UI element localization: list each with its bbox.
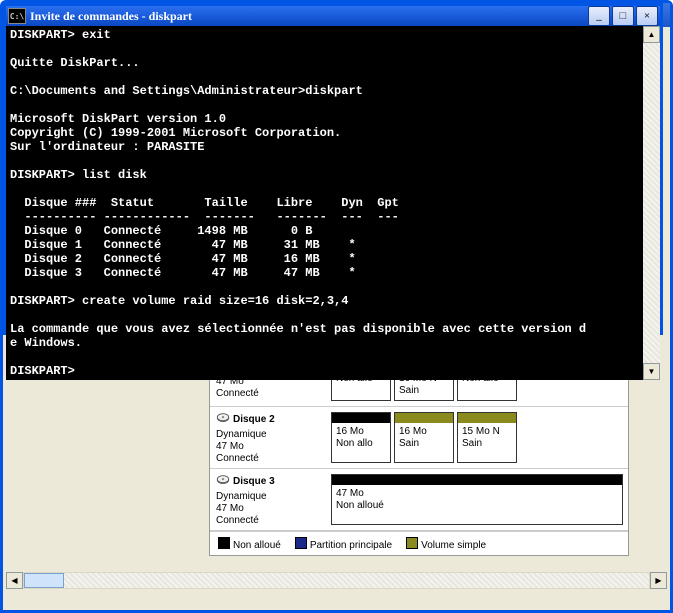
partition[interactable]: 47 MoNon alloué	[331, 474, 623, 525]
partition-size: 16 Mo	[336, 426, 386, 438]
scroll-track[interactable]	[23, 572, 650, 589]
disk-icon	[216, 411, 230, 428]
partition-status: Sain	[462, 438, 512, 450]
partition-color-bar	[458, 413, 516, 423]
scroll-track[interactable]	[643, 43, 660, 363]
disk-partitions: 47 MoNon alloué	[326, 469, 628, 530]
cmd-v-scrollbar[interactable]: ▲ ▼	[643, 26, 660, 380]
partition[interactable]: 16 MoNon allo	[331, 412, 391, 463]
disk-status: Connecté	[216, 515, 320, 526]
cmd-title-text: Invite de commandes - diskpart	[30, 9, 192, 24]
partition[interactable]: 16 MoSain	[394, 412, 454, 463]
legend-item: Volume simple	[406, 536, 486, 551]
disk-title: Disque 2	[233, 414, 275, 425]
disk-type: Dynamique	[216, 491, 320, 502]
cmd-icon: C:\	[8, 8, 26, 24]
partition-status: Non allo	[336, 438, 386, 450]
partition-size: 16 Mo	[399, 426, 449, 438]
cmd-titlebar[interactable]: C:\ Invite de commandes - diskpart _ □ ×	[6, 6, 660, 26]
partition-status: Sain	[399, 438, 449, 450]
disk-type: Dynamique	[216, 429, 320, 440]
cmd-output[interactable]: DISKPART> exit Quitte DiskPart... C:\Doc…	[6, 26, 643, 380]
legend: Non alloué Partition principale Volume sim…	[210, 531, 628, 555]
disk-size: 47 Mo	[216, 503, 320, 514]
partition-size: 47 Mo	[336, 488, 618, 500]
scroll-thumb[interactable]	[24, 573, 64, 588]
minimize-button[interactable]: _	[588, 6, 610, 26]
disk-title: Disque 3	[233, 476, 275, 487]
partition-status: Non alloué	[336, 500, 618, 512]
scroll-up-button[interactable]: ▲	[643, 26, 660, 43]
partition-status: Sain	[399, 385, 449, 397]
partition-size: 15 Mo N	[462, 426, 512, 438]
legend-swatch	[406, 537, 418, 549]
disk-partitions: 16 MoNon allo16 MoSain15 Mo NSain	[326, 407, 628, 468]
legend-swatch	[218, 537, 230, 549]
legend-item: Non alloué	[218, 536, 281, 551]
disk-status: Connecté	[216, 453, 320, 464]
maximize-button[interactable]: □	[612, 6, 634, 26]
disk-row[interactable]: Disque 3Dynamique47 MoConnecté47 MoNon a…	[210, 469, 628, 531]
disk-icon	[216, 473, 230, 490]
disk-info: Disque 2 Dynamique47 MoConnecté	[210, 407, 326, 468]
scroll-down-button[interactable]: ▼	[643, 363, 660, 380]
disk-size: 47 Mo	[216, 441, 320, 452]
partition-color-bar	[395, 413, 453, 423]
scroll-left-button[interactable]: ◀	[6, 572, 23, 589]
legend-swatch	[295, 537, 307, 549]
scroll-right-button[interactable]: ▶	[650, 572, 667, 589]
disk-status: Connecté	[216, 388, 320, 399]
partition[interactable]: 15 Mo NSain	[457, 412, 517, 463]
partition-color-bar	[332, 413, 390, 423]
cmd-window: C:\ Invite de commandes - diskpart _ □ ×…	[3, 3, 663, 335]
h-scrollbar[interactable]: ◀ ▶	[6, 572, 667, 589]
disk-info: Disque 3 Dynamique47 MoConnecté	[210, 469, 326, 530]
close-button[interactable]: ×	[636, 6, 658, 26]
disk-row[interactable]: Disque 2Dynamique47 MoConnecté16 MoNon a…	[210, 407, 628, 469]
partition-color-bar	[332, 475, 622, 485]
legend-item: Partition principale	[295, 536, 392, 551]
